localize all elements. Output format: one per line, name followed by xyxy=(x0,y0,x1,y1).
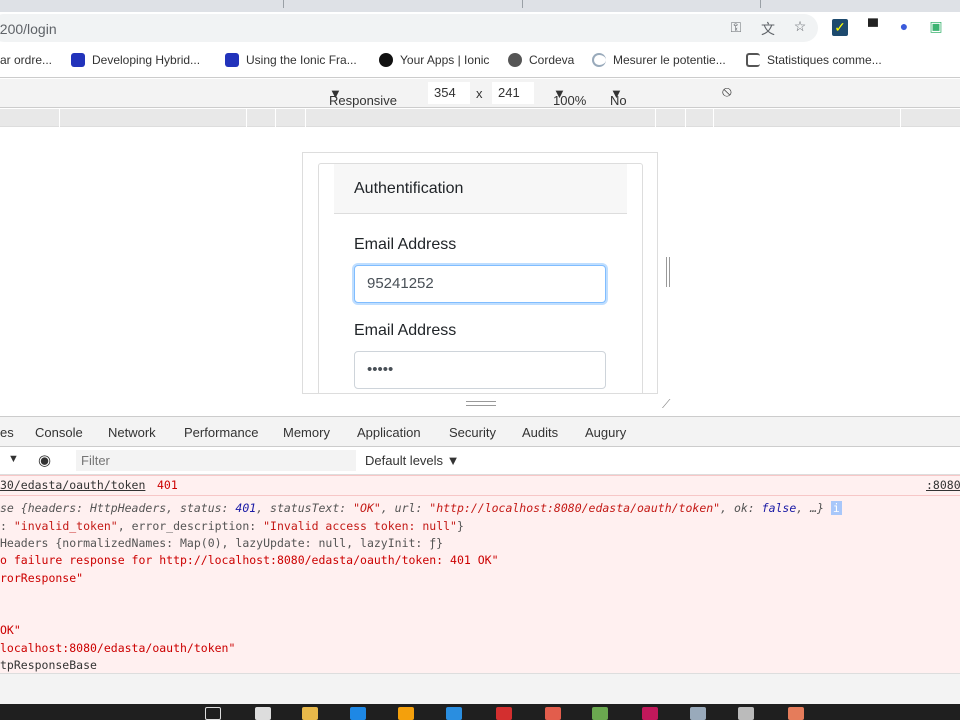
firefox-icon[interactable] xyxy=(398,707,414,720)
context-dropdown-icon[interactable]: ▼ xyxy=(8,453,19,465)
headers-line[interactable]: Headers {normalizedNames: Map(0), lazyUp… xyxy=(0,536,443,550)
tab-sources[interactable]: es xyxy=(0,425,14,440)
app-icon[interactable] xyxy=(738,707,754,720)
bracket-icon xyxy=(746,53,760,67)
resize-corner-icon[interactable]: ⟋ xyxy=(662,397,670,412)
bookmark-label: Statistiques comme... xyxy=(767,53,882,67)
email-label: Email Address xyxy=(354,236,457,253)
password-label: Email Address xyxy=(354,322,457,339)
width-input[interactable]: 354 xyxy=(428,82,470,104)
error-object-line[interactable]: se {headers: HttpHeaders, status: 401, s… xyxy=(0,501,842,515)
status-code: 401 xyxy=(157,478,178,492)
tab-divider xyxy=(760,0,761,8)
status-text-line: OK" xyxy=(0,623,21,637)
bookmarks-bar: ar ordre... Developing Hybrid... Using t… xyxy=(0,44,960,78)
source-line-link[interactable]: :8080 xyxy=(926,478,960,492)
devtools-tabs: es Console Network Performance Memory Ap… xyxy=(0,416,960,449)
tab-application[interactable]: Application xyxy=(357,425,421,440)
error-property-line: : "invalid_token", error_description: "I… xyxy=(0,519,464,533)
bookmark[interactable]: Mesurer le potentie... xyxy=(592,53,726,67)
console-messages: 30/edasta/oauth/token 401 :8080 se {head… xyxy=(0,475,960,674)
extension-icon[interactable]: ▀ xyxy=(864,18,882,34)
ionic-icon xyxy=(71,53,85,67)
bookmark-label: Developing Hybrid... xyxy=(92,53,201,67)
app-icon[interactable] xyxy=(788,707,804,720)
folder-icon[interactable] xyxy=(302,707,318,720)
bookmark[interactable]: Your Apps | Ionic xyxy=(379,53,489,67)
device-viewport: Authentification Email Address 95241252 … xyxy=(0,127,960,416)
filter-input[interactable] xyxy=(76,450,356,471)
url-text[interactable]: 4200/login xyxy=(0,21,57,37)
moon-icon xyxy=(592,53,606,67)
omnibox[interactable]: 4200/login xyxy=(0,14,818,42)
error-source-link[interactable]: 30/edasta/oauth/token xyxy=(0,478,145,492)
edge-icon[interactable] xyxy=(350,707,366,720)
email-input[interactable]: 95241252 xyxy=(354,265,606,303)
console-toolbar: ▼ ◉ Default levels ▼ xyxy=(0,447,960,475)
ionic-apps-icon xyxy=(379,53,393,67)
resize-handle-bottom[interactable] xyxy=(466,401,496,406)
height-input[interactable]: 241 xyxy=(492,82,534,104)
extension-check-icon[interactable]: ✓ xyxy=(832,19,848,36)
globe-icon xyxy=(508,53,522,67)
tab-divider xyxy=(283,0,284,8)
dimension-separator: x xyxy=(476,86,483,101)
message-line: o failure response for http://localhost:… xyxy=(0,553,499,567)
ionic-icon xyxy=(225,53,239,67)
tab-performance[interactable]: Performance xyxy=(184,425,258,440)
proto-line[interactable]: tpResponseBase xyxy=(0,658,97,672)
resize-handle-right[interactable] xyxy=(666,257,670,287)
extension-calendar-icon[interactable]: ▣ xyxy=(927,18,945,35)
info-icon[interactable]: i xyxy=(830,501,842,515)
bookmark[interactable]: Statistiques comme... xyxy=(746,53,882,67)
translate-icon[interactable]: 文 xyxy=(759,19,777,39)
tab-divider xyxy=(522,0,523,8)
zoom-select[interactable]: 100% ▼ xyxy=(553,86,586,108)
vscode-icon[interactable] xyxy=(446,707,462,720)
app-icon[interactable] xyxy=(592,707,608,720)
opera-icon[interactable] xyxy=(496,707,512,720)
media-query-bar[interactable] xyxy=(0,109,960,127)
bookmark-label: Using the Ionic Fra... xyxy=(246,53,357,67)
zoom-label: 100% xyxy=(553,93,587,108)
star-icon[interactable]: ☆ xyxy=(791,18,809,35)
bookmark[interactable]: ar ordre... xyxy=(0,53,52,67)
rotate-icon[interactable]: ⦸ xyxy=(722,83,732,100)
device-select[interactable]: Responsive ▼ xyxy=(329,86,397,108)
name-line: rorResponse" xyxy=(0,571,84,585)
password-input[interactable]: ••••• xyxy=(354,351,606,389)
store-icon[interactable] xyxy=(255,707,271,720)
tab-augury[interactable]: Augury xyxy=(585,425,626,440)
bookmark[interactable]: Cordeva xyxy=(508,53,574,67)
device-label: Responsive xyxy=(329,93,397,108)
eye-icon[interactable]: ◉ xyxy=(38,451,51,469)
tab-memory[interactable]: Memory xyxy=(283,425,330,440)
log-levels-select[interactable]: Default levels ▼ xyxy=(365,453,460,468)
tab-strip[interactable] xyxy=(0,0,960,12)
throttling-select[interactable]: No throttling ▼ xyxy=(610,86,660,123)
card-header: Authentification xyxy=(334,164,627,214)
key-icon[interactable]: ⚿ xyxy=(727,19,745,36)
url-line: localhost:8080/edasta/oauth/token" xyxy=(0,641,236,655)
tab-audits[interactable]: Audits xyxy=(522,425,558,440)
console-empty-area[interactable] xyxy=(0,674,960,704)
chrome-icon[interactable] xyxy=(545,707,561,720)
bookmark[interactable]: Using the Ionic Fra... xyxy=(225,53,357,67)
taskbar xyxy=(0,704,960,720)
bookmark-label: Your Apps | Ionic xyxy=(400,53,490,67)
bookmark-label: Mesurer le potentie... xyxy=(613,53,726,67)
bookmark-label: Cordeva xyxy=(529,53,575,67)
tab-console[interactable]: Console xyxy=(35,425,83,449)
page-frame: Authentification Email Address 95241252 … xyxy=(302,152,658,394)
bookmark[interactable]: Developing Hybrid... xyxy=(71,53,200,67)
app-icon[interactable] xyxy=(642,707,658,720)
device-toolbar: Responsive ▼ 354 x 241 100% ▼ No throttl… xyxy=(0,79,960,123)
tab-security[interactable]: Security xyxy=(449,425,496,440)
address-bar-row: 4200/login ⚿ 文 ☆ ✓ ▀ ● ▣ xyxy=(0,12,960,44)
extension-search-icon[interactable]: ● xyxy=(895,18,913,34)
app-icon[interactable] xyxy=(690,707,706,720)
task-view-icon[interactable] xyxy=(205,707,221,720)
tab-network[interactable]: Network xyxy=(108,425,156,440)
